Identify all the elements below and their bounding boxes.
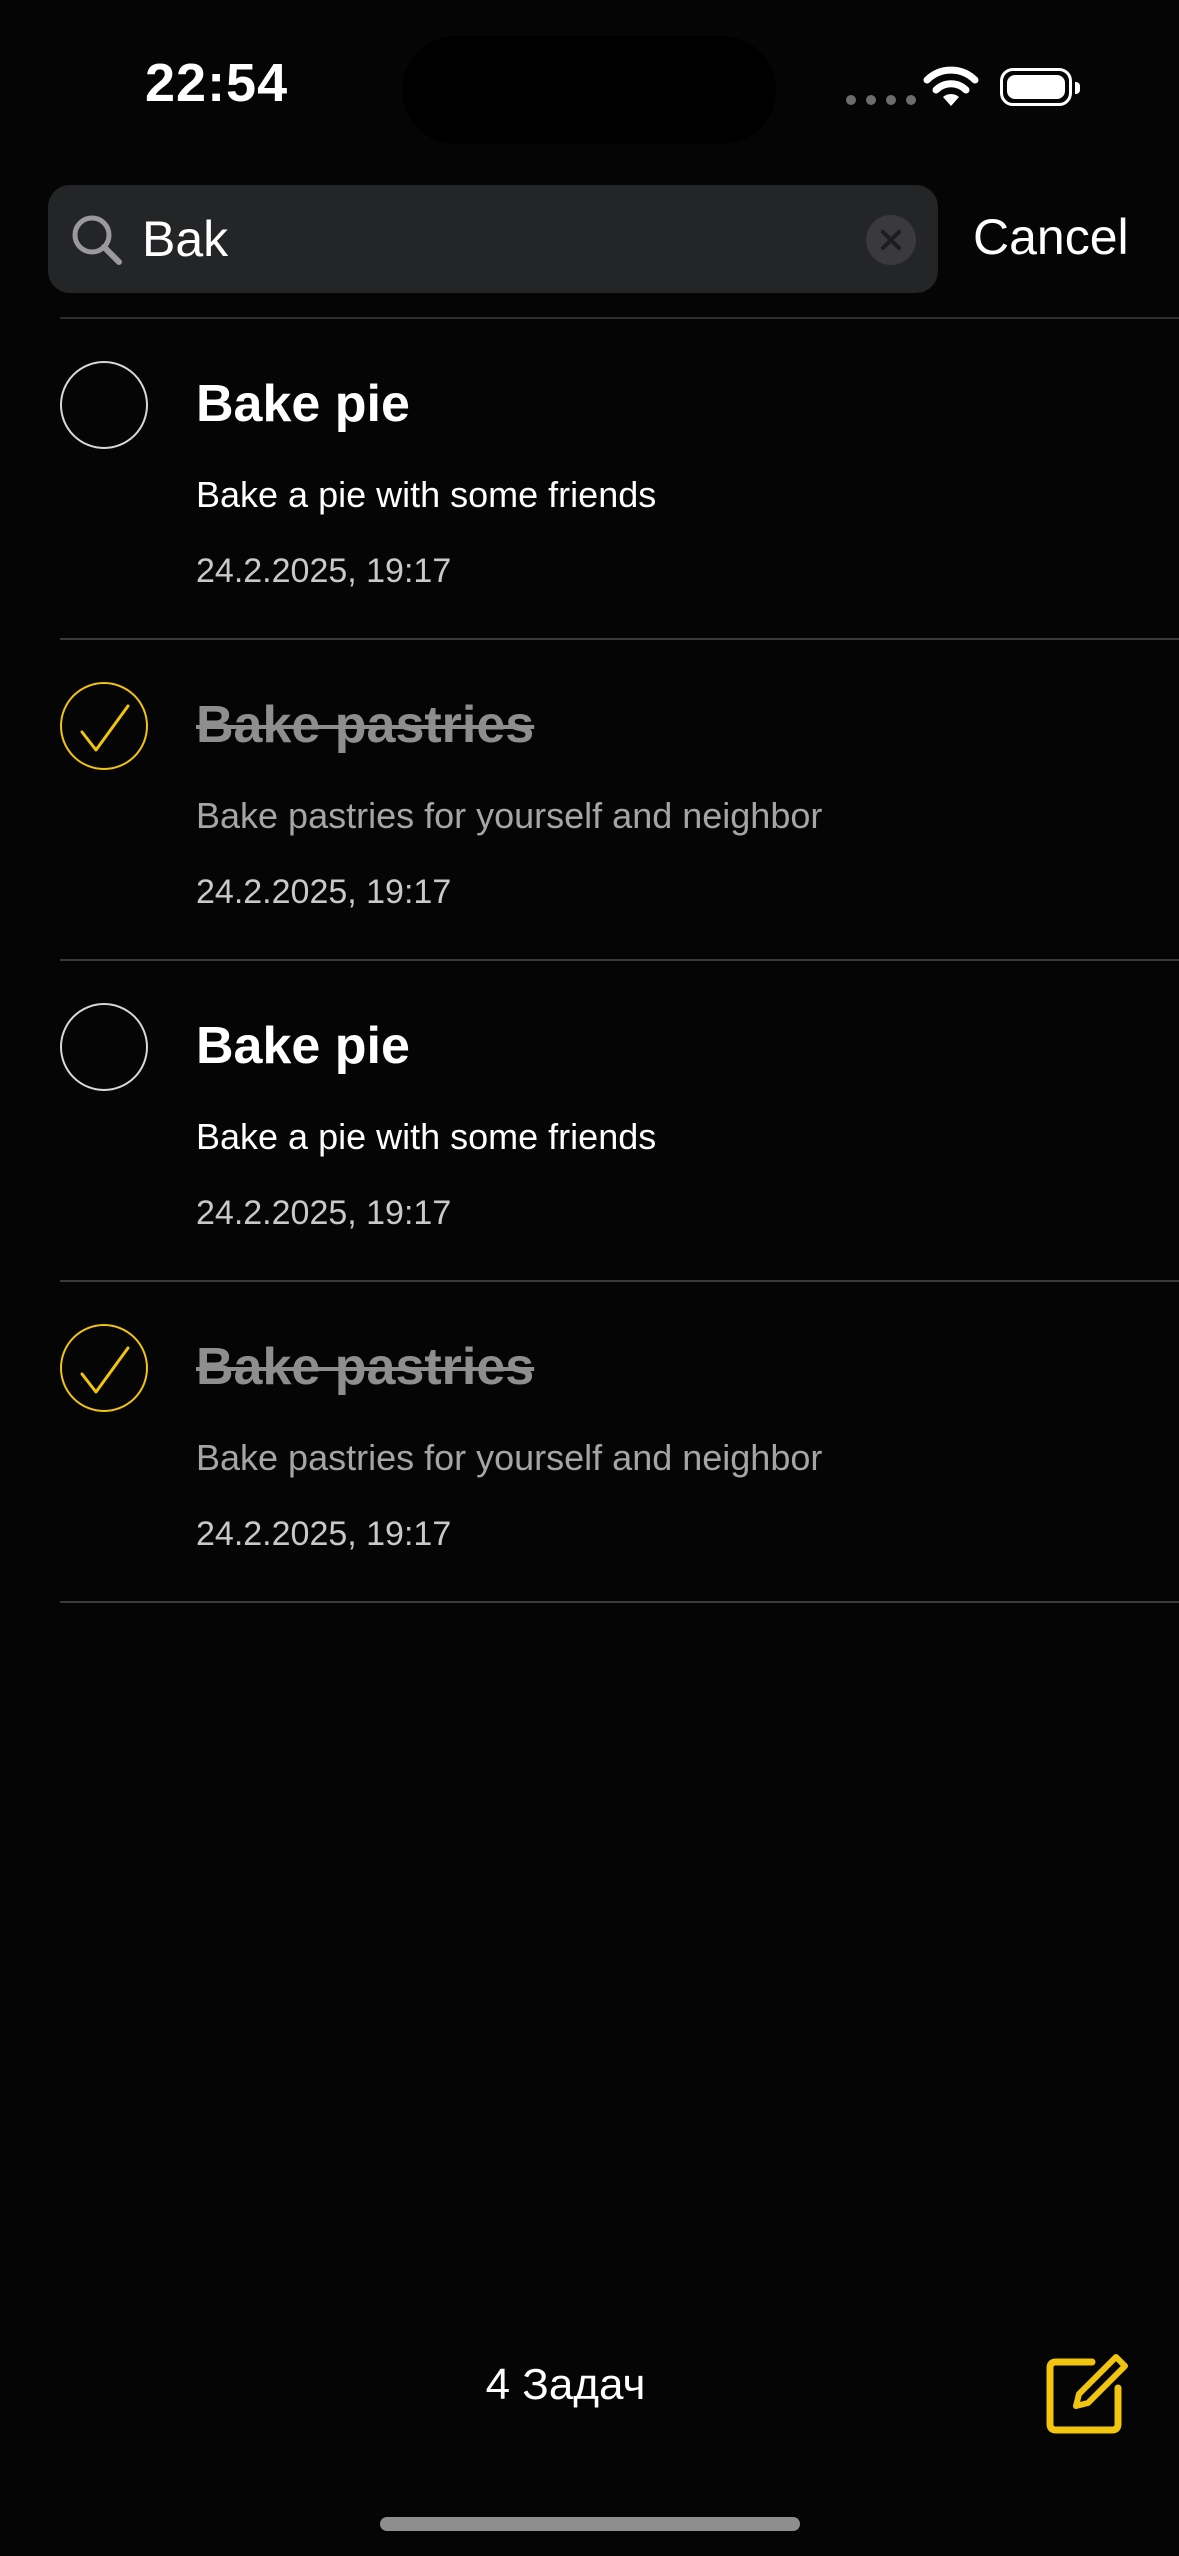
task-title: Bake pie	[196, 1017, 410, 1075]
status-bar: 22:54	[0, 0, 1179, 170]
task-description: Bake pastries for yourself and neighbor	[196, 1437, 823, 1478]
task-checkbox[interactable]	[60, 361, 148, 449]
task-description: Bake pastries for yourself and neighbor	[196, 795, 823, 836]
task-date: 24.2.2025, 19:17	[196, 552, 452, 590]
clear-icon	[881, 230, 901, 250]
task-description: Bake a pie with some friends	[196, 1116, 657, 1157]
status-time: 22:54	[145, 53, 289, 113]
task-title: Bake pastries	[196, 696, 535, 754]
task-title: Bake pie	[196, 375, 410, 433]
task-checkbox[interactable]	[60, 1003, 148, 1091]
checkmark-icon	[80, 704, 130, 752]
task-list: Bake pie Bake a pie with some friends 24…	[0, 319, 1179, 1603]
search-bar: Cancel	[48, 185, 1179, 295]
wifi-icon	[923, 66, 979, 106]
task-date: 24.2.2025, 19:17	[196, 1194, 452, 1232]
search-input[interactable]	[142, 185, 902, 293]
dynamic-island	[402, 36, 776, 144]
task-date: 24.2.2025, 19:17	[196, 1515, 452, 1553]
task-row[interactable]: Bake pie Bake a pie with some friends 24…	[60, 961, 1179, 1282]
search-icon	[72, 215, 122, 265]
compose-icon[interactable]	[1046, 2352, 1128, 2434]
clear-search-button[interactable]	[866, 215, 916, 265]
search-field[interactable]	[48, 185, 938, 293]
task-checkbox-checked[interactable]	[60, 1324, 148, 1412]
cellular-signal-icon	[846, 95, 916, 105]
task-checkbox-checked[interactable]	[60, 682, 148, 770]
checkmark-icon	[80, 1346, 130, 1394]
cancel-button[interactable]: Cancel	[973, 207, 1129, 267]
battery-icon	[1000, 68, 1080, 106]
task-description: Bake a pie with some friends	[196, 474, 657, 515]
task-row[interactable]: Bake pie Bake a pie with some friends 24…	[60, 319, 1179, 640]
home-indicator	[380, 2517, 800, 2531]
task-row[interactable]: Bake pastries Bake pastries for yourself…	[60, 1282, 1179, 1603]
task-title: Bake pastries	[196, 1338, 535, 1396]
task-count-label: 4 Задач	[485, 2360, 646, 2409]
task-date: 24.2.2025, 19:17	[196, 873, 452, 911]
task-row[interactable]: Bake pastries Bake pastries for yourself…	[60, 640, 1179, 961]
